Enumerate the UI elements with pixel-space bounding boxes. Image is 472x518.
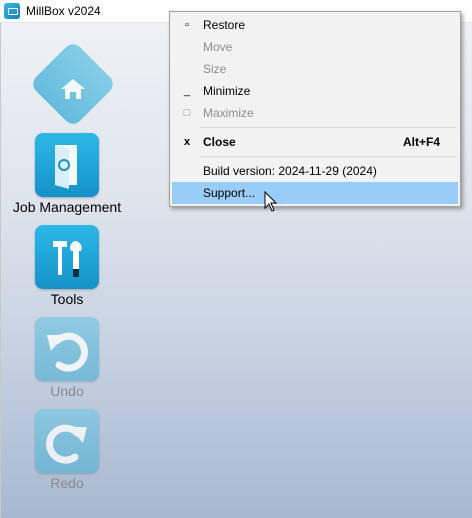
mouse-cursor-icon <box>264 191 278 212</box>
window-title: MillBox v2024 <box>26 4 101 18</box>
minimize-icon: _ <box>183 85 191 97</box>
menu-separator <box>200 156 456 157</box>
job-management-icon <box>35 133 99 197</box>
system-context-menu: ▫ Restore Move Size _ Minimize □ Maximiz… <box>169 11 461 207</box>
redo-label: Redo <box>50 475 84 491</box>
restore-icon: ▫ <box>185 19 189 31</box>
tools-icon <box>35 225 99 289</box>
undo-icon <box>35 317 99 381</box>
tools-button[interactable]: Tools <box>2 225 132 307</box>
menu-separator <box>200 127 456 128</box>
home-icon <box>61 79 85 99</box>
job-management-label: Job Management <box>12 199 122 215</box>
tools-label: Tools <box>50 291 84 307</box>
close-icon: x <box>183 136 191 148</box>
menu-item-close[interactable]: x Close Alt+F4 <box>172 131 458 153</box>
maximize-icon: □ <box>183 107 191 119</box>
redo-button[interactable]: Redo <box>2 409 132 491</box>
undo-button[interactable]: Undo <box>2 317 132 399</box>
app-icon[interactable] <box>4 3 20 19</box>
redo-icon <box>35 409 99 473</box>
menu-item-move[interactable]: Move <box>172 36 458 58</box>
menu-item-support[interactable]: Support... <box>172 182 458 204</box>
undo-label: Undo <box>50 383 84 399</box>
menu-item-minimize[interactable]: _ Minimize <box>172 80 458 102</box>
close-shortcut: Alt+F4 <box>402 135 440 149</box>
menu-item-size[interactable]: Size <box>172 58 458 80</box>
menu-item-build-version[interactable]: Build version: 2024-11-29 (2024) <box>172 160 458 182</box>
menu-item-restore[interactable]: ▫ Restore <box>172 14 458 36</box>
job-management-button[interactable]: Job Management <box>2 133 132 215</box>
menu-item-maximize[interactable]: □ Maximize <box>172 102 458 124</box>
